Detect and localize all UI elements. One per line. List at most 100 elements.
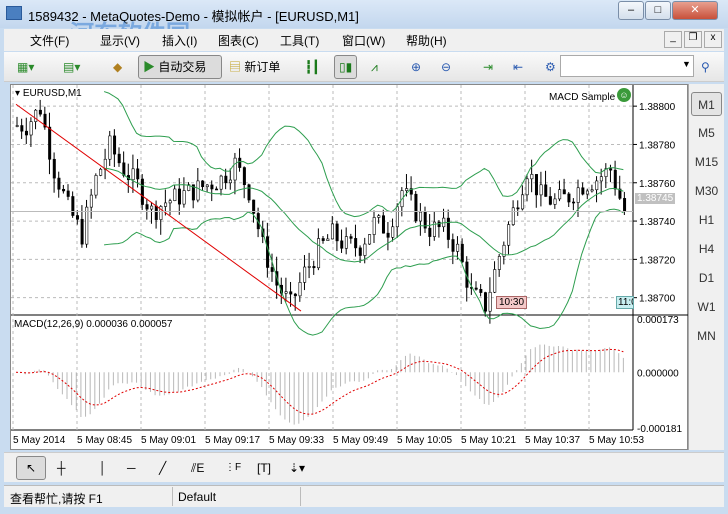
candle — [516, 207, 520, 210]
timeframe-w1[interactable]: W1 — [691, 295, 722, 319]
candle — [595, 180, 599, 191]
candle — [368, 234, 372, 245]
new-chart-icon[interactable]: ▦▾ — [12, 55, 39, 79]
candle — [89, 194, 93, 208]
candle — [567, 193, 571, 203]
candle — [446, 217, 450, 240]
candle — [576, 187, 580, 203]
candle — [585, 190, 589, 195]
chart-shift-icon[interactable]: ⇥ — [478, 55, 498, 79]
trendline-icon[interactable]: ╱ — [154, 456, 171, 480]
candle — [590, 189, 594, 192]
candle — [349, 236, 353, 239]
child-restore-icon[interactable]: ❐ — [684, 31, 702, 48]
candle — [534, 174, 538, 196]
minimize-button[interactable]: – — [618, 1, 644, 20]
candle — [609, 168, 613, 171]
current-price-label: 1.38745 — [635, 193, 676, 204]
child-minimize-icon[interactable]: _ — [664, 31, 682, 48]
search-input[interactable] — [560, 55, 694, 77]
timeframe-panel: M1 M5 M15 M30 H1 H4 D1 W1 MN — [688, 84, 724, 450]
candle — [34, 109, 38, 122]
candle — [108, 135, 112, 160]
candlestick-icon[interactable]: ▯▮ — [334, 55, 358, 79]
menu-view[interactable]: 显示(V) — [100, 32, 140, 49]
candle — [372, 217, 376, 235]
timeframe-mn[interactable]: MN — [691, 324, 722, 348]
timeframe-h1[interactable]: H1 — [691, 208, 722, 232]
menu-tools[interactable]: 工具(T) — [280, 32, 319, 49]
close-button[interactable]: ✕ — [672, 1, 718, 20]
price-tick-label: 1.38700 — [639, 294, 676, 305]
cursor-icon[interactable]: ↖ — [16, 456, 46, 480]
app-icon — [6, 6, 22, 20]
new-order-button[interactable]: ▤ 新订单 — [224, 55, 285, 79]
time-tick-label: 5 May 08:45 — [77, 435, 132, 446]
candle — [270, 267, 274, 272]
timeframe-h4[interactable]: H4 — [691, 237, 722, 261]
candle — [205, 184, 209, 188]
candle — [52, 158, 56, 179]
text-label-icon[interactable]: [T] — [252, 456, 276, 480]
candle — [497, 256, 501, 270]
menu-file[interactable]: 文件(F) — [30, 32, 69, 49]
settings-gear-icon[interactable]: ⚙ — [540, 55, 561, 79]
candle — [581, 187, 585, 195]
candle — [228, 179, 232, 184]
candle — [293, 293, 297, 297]
candle — [330, 223, 334, 240]
candle — [511, 207, 515, 225]
candle — [623, 198, 627, 212]
horizontal-line-icon[interactable]: ─ — [122, 456, 141, 480]
navigator-icon[interactable]: ◆ — [108, 55, 127, 79]
candle — [103, 158, 107, 170]
search-dropdown-icon[interactable]: ▼ — [682, 59, 691, 69]
timeframe-m15[interactable]: M15 — [691, 150, 722, 174]
time-tick-label: 5 May 2014 — [13, 435, 66, 446]
zoom-in-icon[interactable]: ⊕ — [406, 55, 426, 79]
auto-trading-button[interactable]: ▶ 自动交易 — [138, 55, 222, 79]
vertical-line-icon[interactable]: │ — [94, 456, 112, 480]
profiles-icon[interactable]: ▤▾ — [58, 55, 85, 79]
autoscroll-icon[interactable]: ⇤ — [508, 55, 528, 79]
candle — [460, 243, 464, 263]
candle — [493, 269, 497, 293]
candle — [307, 266, 311, 268]
search-icon[interactable]: ⚲ — [696, 55, 715, 79]
chart-window[interactable]: 1.38800 1.38780 1.38760 1.38740 1.38720 1.387… — [10, 84, 689, 451]
menu-help[interactable]: 帮助(H) — [406, 32, 447, 49]
candle — [173, 188, 177, 202]
maximize-button[interactable]: □ — [645, 1, 671, 20]
menu-insert[interactable]: 插入(I) — [162, 32, 197, 49]
candle — [215, 188, 219, 191]
new-order-icon: ▤ — [229, 60, 242, 74]
bar-chart-icon[interactable]: ┇┃ — [300, 55, 324, 79]
line-chart-icon[interactable]: ⩘ — [366, 55, 383, 79]
timeframe-m30[interactable]: M30 — [691, 179, 722, 203]
crosshair-icon[interactable]: ┼ — [52, 456, 71, 480]
child-close-icon[interactable]: x — [704, 31, 722, 48]
timeframe-d1[interactable]: D1 — [691, 266, 722, 290]
candle — [391, 226, 395, 238]
candle — [164, 202, 168, 207]
timeframe-m1[interactable]: M1 — [691, 92, 722, 116]
candle — [66, 190, 70, 197]
zoom-out-icon[interactable]: ⊖ — [436, 55, 456, 79]
candle — [451, 239, 455, 252]
price-chart[interactable]: 1.38800 1.38780 1.38760 1.38740 1.38720 1.387… — [11, 85, 689, 451]
candle — [521, 194, 525, 210]
candle — [354, 238, 358, 249]
arrows-icon[interactable]: ⇣▾ — [284, 456, 310, 480]
bollinger-lower — [104, 208, 624, 336]
candle — [75, 215, 79, 220]
status-profile: Default — [178, 490, 217, 504]
timeframe-m5[interactable]: M5 — [691, 121, 722, 145]
fibonacci-icon[interactable]: ⋮F — [220, 456, 246, 480]
candle — [414, 193, 418, 222]
menu-window[interactable]: 窗口(W) — [342, 32, 385, 49]
candle — [48, 126, 52, 160]
candle — [562, 189, 566, 195]
menu-charts[interactable]: 图表(C) — [218, 32, 259, 49]
equidistant-channel-icon[interactable]: ⫽E — [186, 456, 209, 480]
macd-tick-label: 0.000173 — [637, 315, 679, 326]
